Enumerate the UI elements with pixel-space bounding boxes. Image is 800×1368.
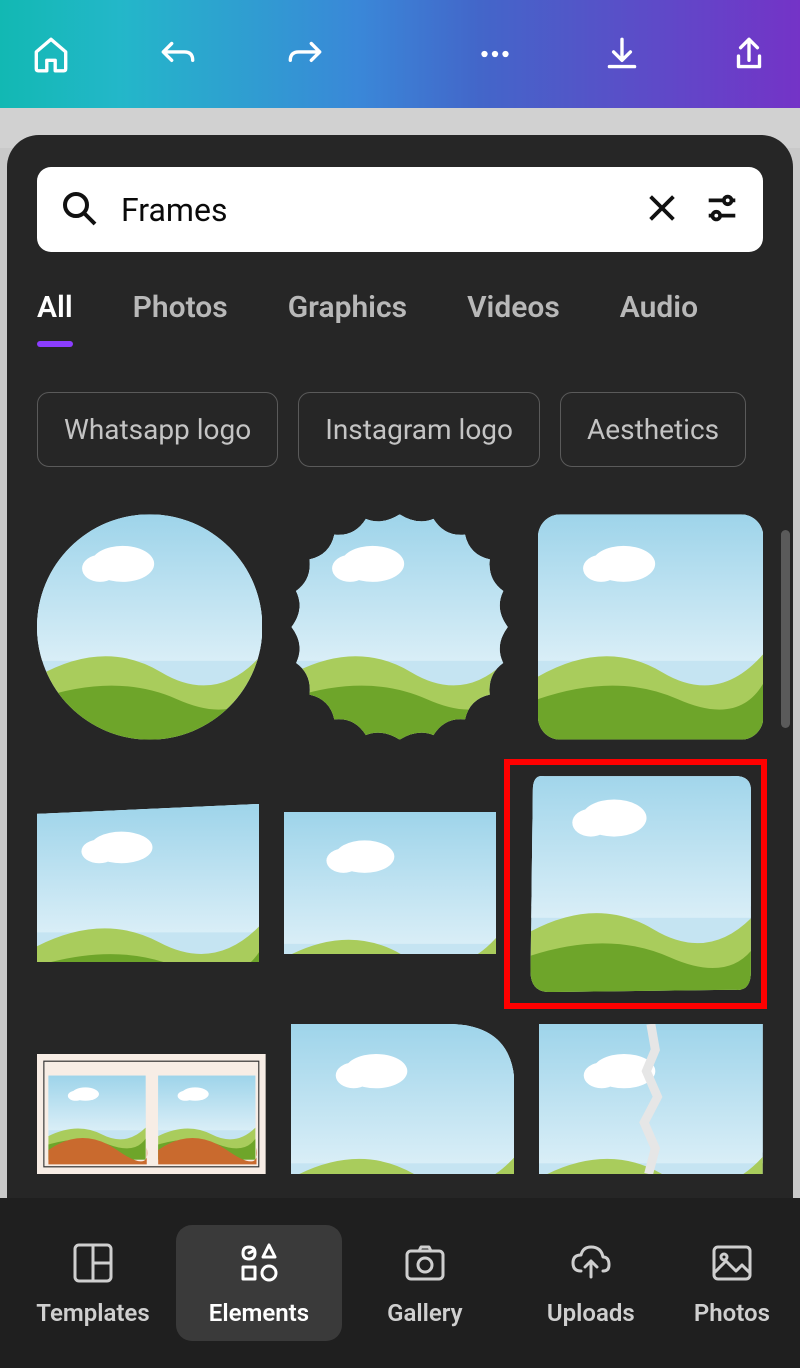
- undo-icon[interactable]: [157, 33, 199, 75]
- filter-sliders-icon[interactable]: [703, 189, 741, 231]
- frame-organic-square[interactable]: [521, 767, 763, 999]
- tab-all[interactable]: All: [37, 280, 73, 347]
- search-icon: [59, 188, 99, 232]
- search-input[interactable]: [121, 191, 621, 229]
- tab-videos[interactable]: Videos: [467, 280, 560, 347]
- frame-rect[interactable]: [284, 812, 496, 954]
- search-bar: [37, 167, 763, 252]
- nav-label: Gallery: [387, 1299, 462, 1327]
- frame-results: [7, 467, 793, 1174]
- chip-whatsapp-logo[interactable]: Whatsapp logo: [37, 392, 278, 467]
- bottom-nav: Templates Elements Gallery Uploads Photo…: [0, 1198, 800, 1368]
- nav-photos[interactable]: Photos: [674, 1225, 790, 1341]
- nav-label: Templates: [36, 1299, 149, 1327]
- chip-instagram-logo[interactable]: Instagram logo: [298, 392, 540, 467]
- filter-tabs: All Photos Graphics Videos Audio: [7, 252, 793, 347]
- share-icon[interactable]: [728, 33, 770, 75]
- frame-curved-corner[interactable]: [291, 1024, 515, 1174]
- tab-graphics[interactable]: Graphics: [288, 280, 407, 347]
- nav-elements[interactable]: Elements: [176, 1225, 342, 1341]
- suggestion-chips: Whatsapp logo Instagram logo Aesthetics: [7, 347, 793, 467]
- tab-audio[interactable]: Audio: [620, 280, 698, 347]
- frame-circle[interactable]: [37, 512, 262, 742]
- download-icon[interactable]: [601, 33, 643, 75]
- nav-label: Photos: [694, 1299, 770, 1327]
- nav-templates[interactable]: Templates: [10, 1225, 176, 1341]
- redo-icon[interactable]: [284, 33, 326, 75]
- frame-filmstrip[interactable]: [37, 1054, 266, 1174]
- frame-perspective-rect[interactable]: [37, 804, 259, 962]
- frame-torn[interactable]: [539, 1024, 763, 1174]
- home-icon[interactable]: [30, 33, 72, 75]
- frame-scalloped[interactable]: [287, 512, 512, 742]
- nav-uploads[interactable]: Uploads: [508, 1225, 674, 1341]
- nav-label: Uploads: [547, 1299, 635, 1327]
- tab-photos[interactable]: Photos: [133, 280, 228, 347]
- nav-label: Elements: [209, 1299, 309, 1327]
- nav-gallery[interactable]: Gallery: [342, 1225, 508, 1341]
- elements-panel: All Photos Graphics Videos Audio Whatsap…: [7, 135, 793, 1198]
- chip-aesthetics[interactable]: Aesthetics: [560, 392, 746, 467]
- frame-rounded-square[interactable]: [538, 512, 763, 742]
- clear-search-icon[interactable]: [643, 189, 681, 231]
- more-icon[interactable]: [474, 33, 516, 75]
- app-top-bar: [0, 0, 800, 108]
- scrollbar-thumb[interactable]: [781, 530, 790, 728]
